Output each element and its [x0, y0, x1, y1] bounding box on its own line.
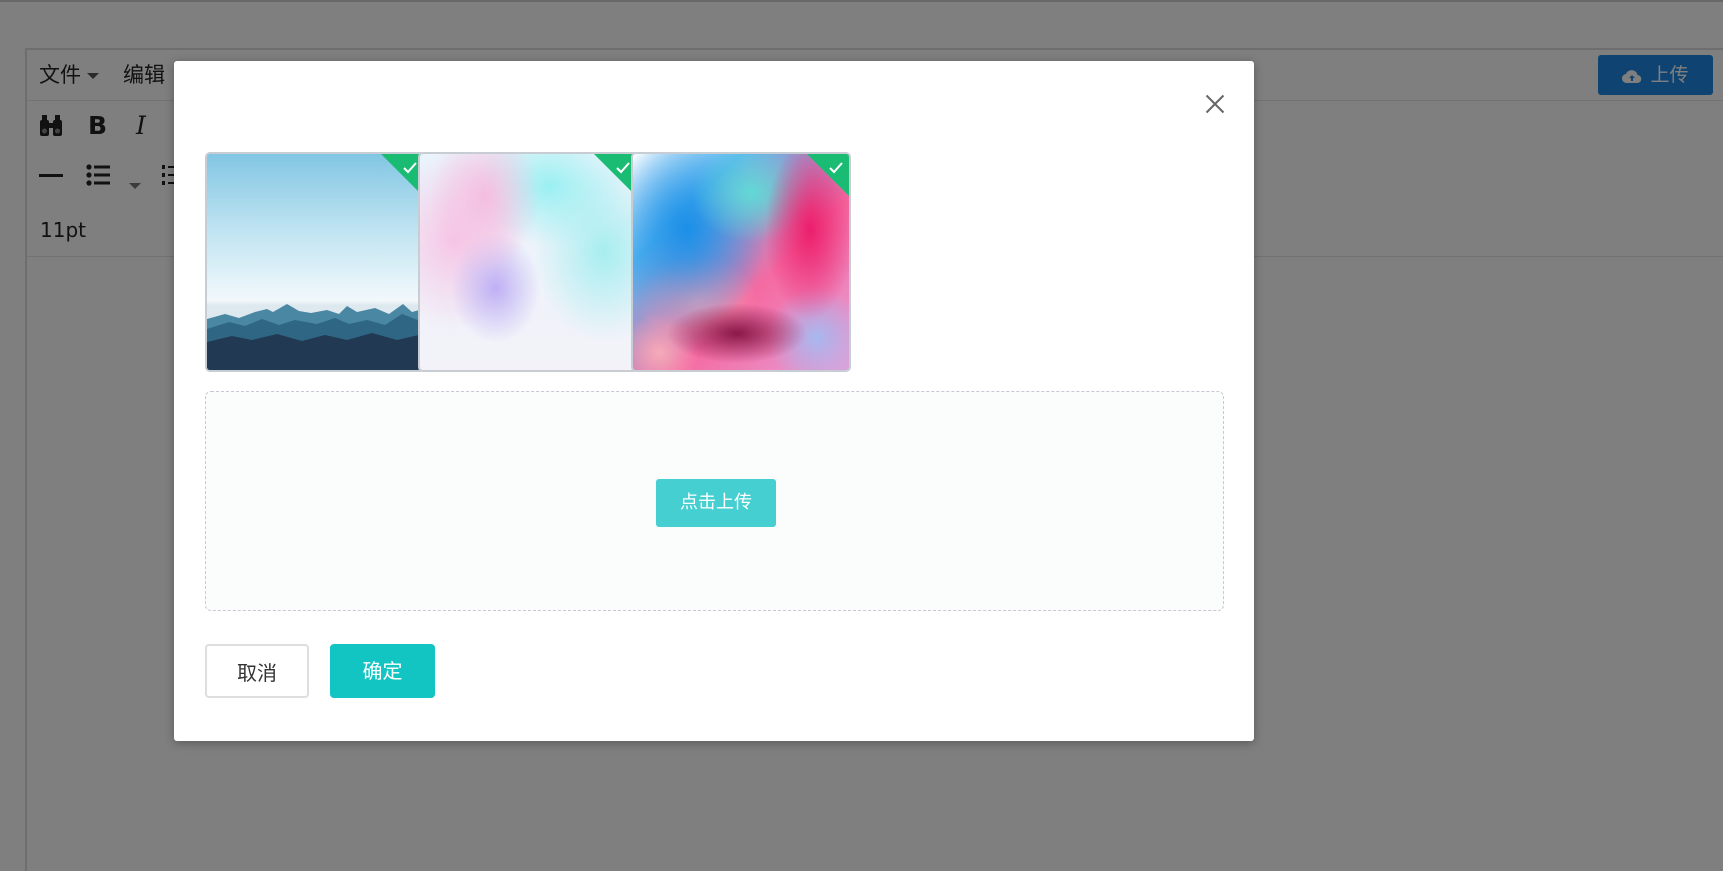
check-icon: [616, 162, 630, 174]
cancel-button[interactable]: 取消: [205, 644, 309, 698]
image-thumbnail[interactable]: [418, 152, 638, 372]
image-thumbnail[interactable]: [631, 152, 851, 372]
check-icon: [829, 162, 843, 174]
close-icon[interactable]: [1204, 93, 1226, 115]
image-picker-dialog: 点击上传 取消 确定: [174, 61, 1254, 741]
image-thumbnail[interactable]: [205, 152, 425, 372]
check-icon: [403, 162, 417, 174]
confirm-button[interactable]: 确定: [330, 644, 435, 698]
upload-dropzone[interactable]: 点击上传: [205, 391, 1224, 611]
click-upload-button[interactable]: 点击上传: [656, 479, 776, 527]
